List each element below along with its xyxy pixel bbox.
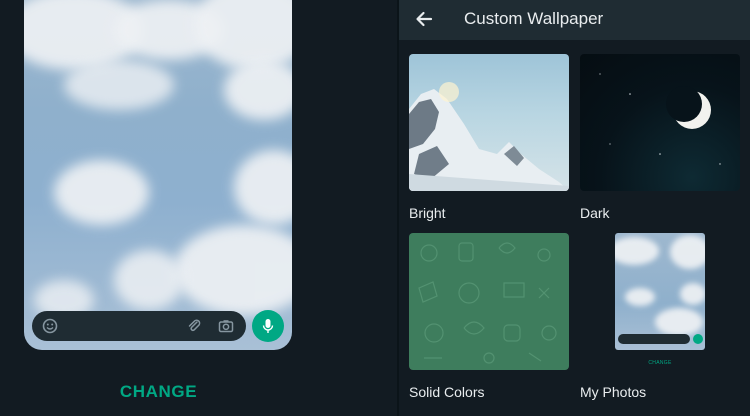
change-button[interactable]: CHANGE: [0, 382, 317, 402]
option-label-solid-colors: Solid Colors: [409, 384, 485, 400]
emoji-icon[interactable]: [42, 318, 58, 334]
custom-wallpaper-panel: Custom Wallpaper Bright Dark Solid Color…: [399, 0, 750, 416]
mountain-image: [409, 82, 569, 191]
doodle-pattern: [418, 242, 557, 364]
moon-image: [599, 73, 721, 165]
wallpaper-preview-panel: CHANGE: [0, 0, 397, 416]
wallpaper-option-bright[interactable]: [409, 54, 569, 191]
option-label-my-photos: My Photos: [580, 384, 647, 400]
mini-composer: [618, 334, 690, 344]
microphone-icon: [262, 319, 274, 333]
wallpaper-option-my-photos[interactable]: [615, 233, 705, 350]
option-label-bright: Bright: [409, 205, 446, 221]
wallpaper-option-solid-colors[interactable]: [409, 233, 569, 370]
option-label-dark: Dark: [580, 205, 610, 221]
app-bar: Custom Wallpaper: [399, 0, 750, 40]
message-composer[interactable]: [32, 311, 246, 341]
microphone-button[interactable]: [252, 310, 284, 342]
wallpaper-option-dark[interactable]: [580, 54, 740, 191]
page-title: Custom Wallpaper: [464, 9, 604, 28]
camera-icon[interactable]: [218, 318, 234, 334]
mini-change-label: CHANGE: [648, 360, 672, 366]
paperclip-icon[interactable]: [186, 318, 202, 334]
mini-mic-icon: [693, 334, 703, 344]
wallpaper-preview-image: [24, 0, 292, 350]
arrow-left-icon[interactable]: [413, 8, 435, 30]
